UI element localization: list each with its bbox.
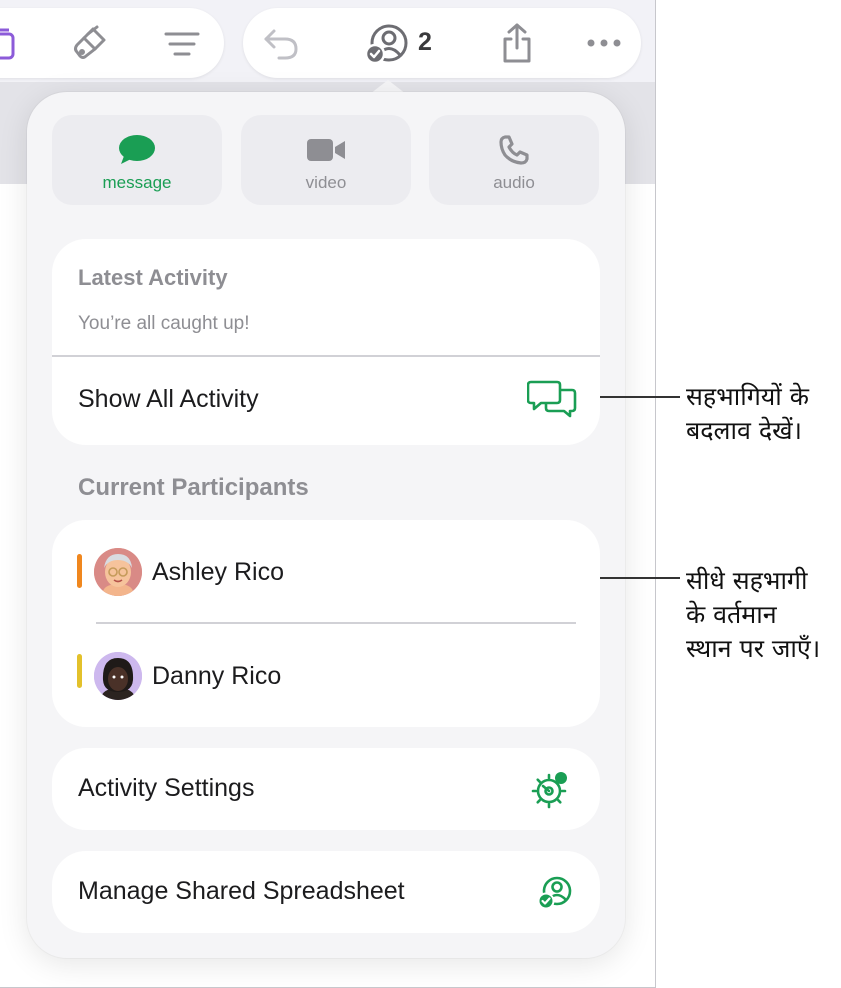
media-icon[interactable] [0, 26, 20, 60]
avatar [94, 548, 142, 596]
toolbar-right-group [243, 8, 641, 78]
show-all-activity-label: Show All Activity [78, 385, 259, 413]
current-participants-heading: Current Participants [78, 474, 309, 501]
callout-leader-line [600, 577, 680, 579]
format-lines-icon[interactable] [164, 30, 200, 58]
message-button[interactable]: message [52, 115, 222, 205]
activity-settings-gear-icon[interactable] [528, 768, 572, 812]
activity-status: You’re all caught up! [78, 313, 250, 334]
manage-collaboration-icon[interactable] [536, 874, 574, 912]
video-camera-icon [241, 133, 411, 167]
app-screen: 2 message video audio Latest Activity Yo… [0, 0, 656, 988]
avatar [94, 652, 142, 700]
participant-row[interactable]: Ashley Rico [52, 522, 600, 622]
paintbrush-icon[interactable] [70, 24, 110, 64]
collaboration-icon[interactable] [365, 22, 411, 66]
participant-color-tag [77, 554, 82, 588]
participant-row[interactable]: Danny Rico [52, 624, 600, 724]
toolbar-left-group [0, 8, 224, 78]
message-bubble-icon [52, 133, 222, 167]
phone-icon [429, 133, 599, 167]
message-label: message [102, 173, 172, 192]
audio-button[interactable]: audio [429, 115, 599, 205]
audio-label: audio [493, 173, 535, 192]
video-button[interactable]: video [241, 115, 411, 205]
participant-color-tag [77, 654, 82, 688]
callout-view-changes: सहभागियों के बदलाव देखें। [686, 382, 809, 445]
participant-name: Danny Rico [152, 662, 282, 690]
collaborator-count[interactable]: 2 [418, 28, 432, 57]
callout-jump-to-participant: सीधे सहभागी के वर्तमान स्थान पर जाएँ। [686, 566, 821, 663]
activity-bubbles-icon [526, 377, 578, 419]
show-all-activity-row[interactable]: Show All Activity [52, 357, 600, 445]
callout-leader-line [600, 396, 680, 398]
video-label: video [305, 173, 347, 192]
latest-activity-heading: Latest Activity [78, 265, 228, 290]
more-icon[interactable] [586, 36, 622, 50]
activity-settings-label: Activity Settings [78, 774, 255, 802]
undo-icon[interactable] [262, 26, 300, 62]
share-icon[interactable] [499, 22, 535, 64]
manage-shared-spreadsheet-label: Manage Shared Spreadsheet [78, 877, 405, 905]
participant-name: Ashley Rico [152, 558, 284, 586]
